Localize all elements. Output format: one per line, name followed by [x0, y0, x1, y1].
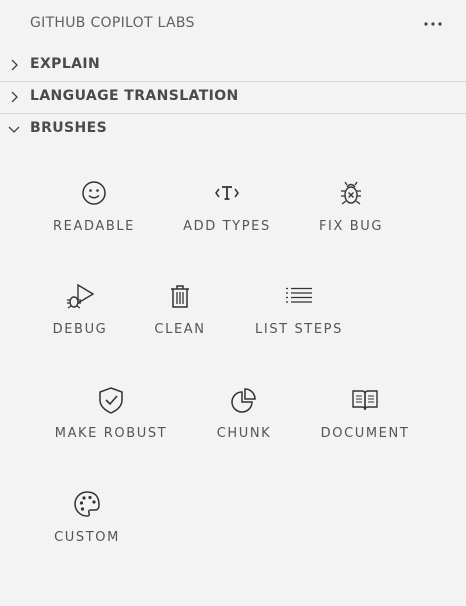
brush-custom-button[interactable]: CUSTOM — [52, 490, 122, 545]
brush-chunk-button[interactable]: CHUNK — [214, 386, 274, 441]
list-icon — [286, 287, 312, 303]
chevron-right-icon — [11, 59, 18, 71]
bug-icon — [341, 181, 361, 205]
brush-document-button[interactable]: DOCUMENT — [318, 386, 412, 441]
type-hierarchy-icon — [215, 186, 239, 200]
brush-list-steps-button[interactable]: LIST STEPS — [252, 282, 346, 337]
brush-debug-button[interactable]: DEBUG — [52, 282, 108, 337]
section-explain-label: EXPLAIN — [30, 56, 101, 72]
brush-add-types-button[interactable]: ADD TYPES — [180, 179, 274, 234]
brush-label: CHUNK — [216, 426, 272, 441]
brush-label: MAKE ROBUST — [54, 426, 168, 441]
chevron-right-icon — [11, 91, 18, 103]
brush-label: ADD TYPES — [183, 219, 271, 234]
more-actions-button[interactable] — [422, 10, 444, 38]
section-brushes[interactable]: BRUSHES — [0, 113, 466, 145]
section-brushes-label: BRUSHES — [30, 120, 108, 136]
chevron-down-icon — [8, 126, 20, 133]
panel-header: GITHUB COPILOT LABS — [0, 0, 466, 48]
brush-label: CLEAN — [154, 322, 206, 337]
trash-icon — [171, 285, 189, 308]
brush-label: READABLE — [53, 219, 135, 234]
brush-fix-bug-button[interactable]: FIX BUG — [318, 179, 384, 234]
shield-icon — [99, 387, 123, 414]
brush-label: LIST STEPS — [255, 322, 343, 337]
section-language-translation[interactable]: LANGUAGE TRANSLATION — [0, 81, 466, 113]
smiley-icon — [82, 181, 106, 205]
brush-readable-button[interactable]: READABLE — [52, 179, 136, 234]
brush-label: DEBUG — [52, 322, 108, 337]
book-icon — [352, 390, 378, 411]
ellipsis-icon — [424, 22, 442, 26]
debug-icon — [67, 283, 94, 309]
section-explain[interactable]: EXPLAIN — [0, 49, 466, 81]
panel-title: GITHUB COPILOT LABS — [30, 15, 195, 31]
brush-clean-button[interactable]: CLEAN — [152, 282, 208, 337]
brush-label: FIX BUG — [318, 219, 384, 234]
copilot-labs-panel: GITHUB COPILOT LABS EXPLAIN LANGUAGE TRA… — [0, 0, 466, 606]
brush-make-robust-button[interactable]: MAKE ROBUST — [52, 386, 170, 441]
brush-label: CUSTOM — [54, 530, 120, 545]
palette-icon — [74, 491, 100, 517]
section-translation-label: LANGUAGE TRANSLATION — [30, 88, 239, 104]
brush-label: DOCUMENT — [320, 426, 410, 441]
pie-chart-icon — [231, 388, 256, 413]
